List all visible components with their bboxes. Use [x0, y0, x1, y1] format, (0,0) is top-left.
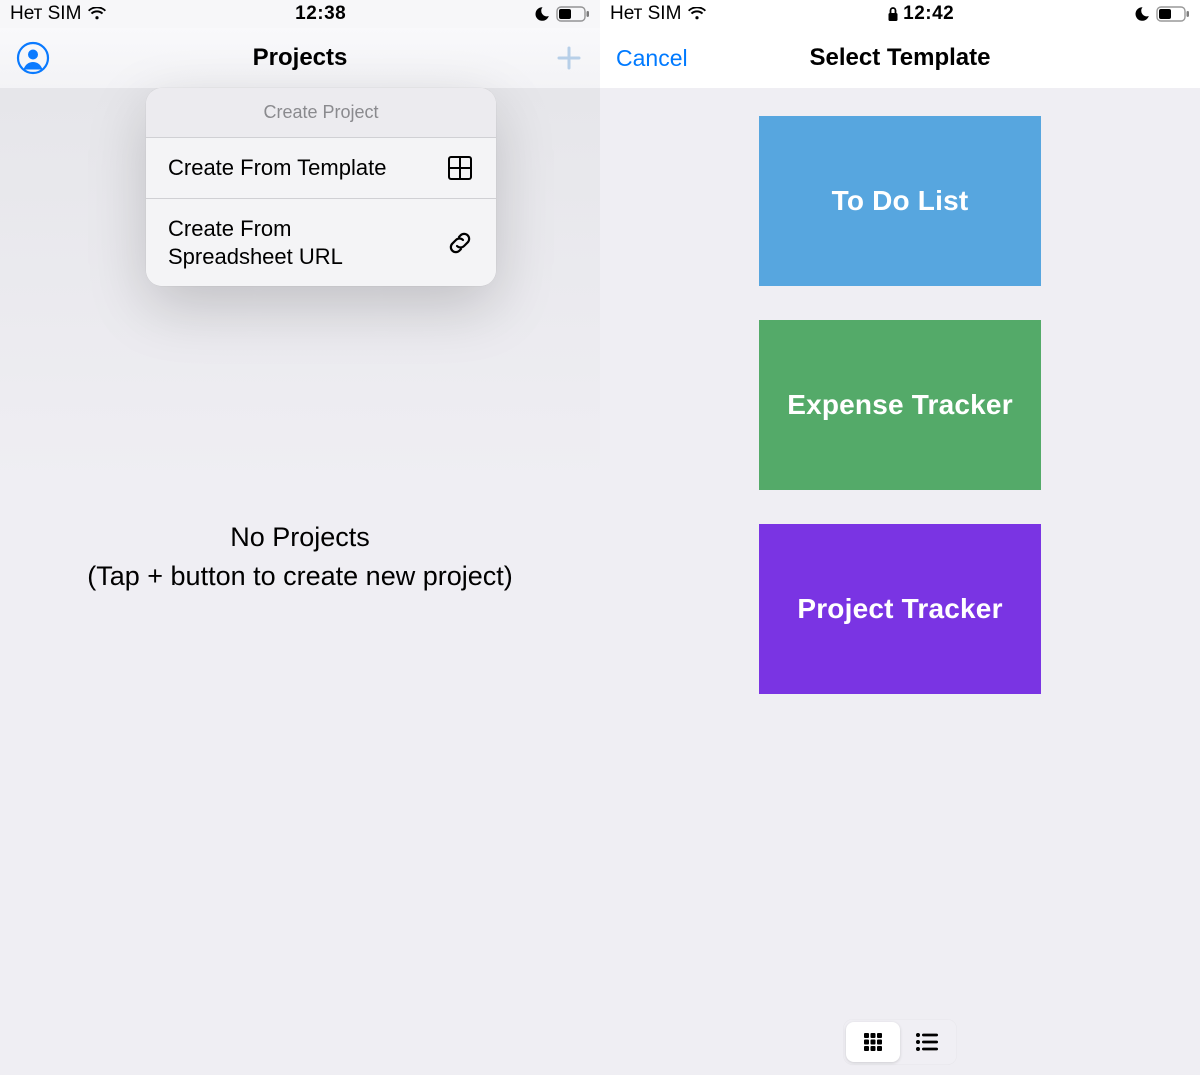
popover-item-label: Create From Spreadsheet URL	[168, 215, 418, 270]
link-icon	[446, 229, 474, 257]
list-view-button[interactable]	[900, 1022, 954, 1062]
sim-status: Нет SIM	[610, 3, 681, 25]
template-label: Project Tracker	[797, 593, 1002, 625]
nav-bar: Cancel Select Template	[600, 28, 1200, 88]
cancel-button[interactable]: Cancel	[616, 45, 688, 72]
battery-icon	[556, 6, 590, 22]
grid-icon	[446, 154, 474, 182]
projects-body: Create Project Create From Template Crea…	[0, 88, 600, 1075]
empty-line-1: No Projects	[10, 518, 590, 557]
grid-view-button[interactable]	[846, 1022, 900, 1062]
template-card-project[interactable]: Project Tracker	[759, 524, 1041, 694]
projects-screen: Нет SIM 12:38 Projects	[0, 0, 600, 1075]
status-time: 12:38	[295, 3, 346, 25]
list-view-icon	[914, 1030, 940, 1054]
moon-icon	[1134, 6, 1150, 22]
empty-state: No Projects (Tap + button to create new …	[0, 518, 600, 596]
add-project-button[interactable]	[554, 43, 584, 73]
create-from-template-item[interactable]: Create From Template	[146, 138, 496, 198]
moon-icon	[534, 6, 550, 22]
template-list: To Do List Expense Tracker Project Track…	[600, 88, 1200, 1075]
nav-bar: Projects	[0, 28, 600, 88]
select-template-screen: Нет SIM 12:42 Cancel Select Template	[600, 0, 1200, 1075]
lock-icon	[887, 6, 899, 22]
popover-item-label: Create From Template	[168, 154, 386, 182]
template-card-expense[interactable]: Expense Tracker	[759, 320, 1041, 490]
status-bar: Нет SIM 12:42	[600, 0, 1200, 28]
create-from-url-item[interactable]: Create From Spreadsheet URL	[146, 198, 496, 286]
status-time: 12:42	[903, 3, 954, 25]
template-label: Expense Tracker	[787, 389, 1013, 421]
battery-icon	[1156, 6, 1190, 22]
view-mode-segmented	[843, 1019, 957, 1065]
sim-status: Нет SIM	[10, 3, 81, 25]
wifi-icon	[687, 7, 707, 21]
view-mode-toolbar	[600, 1019, 1200, 1065]
empty-line-2: (Tap + button to create new project)	[10, 557, 590, 596]
status-bar: Нет SIM 12:38	[0, 0, 600, 28]
grid-view-icon	[861, 1030, 885, 1054]
popover-title: Create Project	[146, 88, 496, 138]
template-label: To Do List	[832, 185, 969, 217]
profile-button[interactable]	[16, 41, 50, 75]
wifi-icon	[87, 7, 107, 21]
template-card-todo[interactable]: To Do List	[759, 116, 1041, 286]
create-project-popover: Create Project Create From Template Crea…	[146, 88, 496, 286]
